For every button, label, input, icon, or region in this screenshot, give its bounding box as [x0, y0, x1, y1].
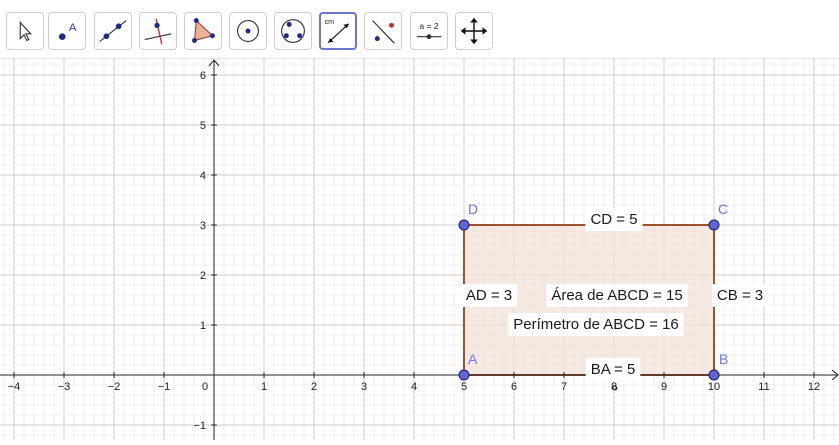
tool-line[interactable]	[94, 12, 132, 50]
coordinate-plane[interactable]: −4 −3 −2 −1 0 1 2 3 4 5 6 7 8 9 10 11 12 −1123456 CD = 5…	[0, 58, 839, 440]
toolbar: A cm a = 2	[0, 0, 839, 59]
point-label: C	[718, 201, 728, 217]
tool-perpendicular[interactable]	[139, 12, 177, 50]
area-label: Área de ABCD = 15	[551, 287, 682, 304]
x-tick-label: 10	[708, 381, 720, 393]
y-tick-label: −1	[193, 420, 206, 432]
x-tick-label: 5	[461, 381, 467, 393]
line-icon	[99, 20, 127, 42]
tool-reflect[interactable]	[364, 12, 402, 50]
graphics-view[interactable]: −4 −3 −2 −1 0 1 2 3 4 5 6 7 8 9 10 11 12 −1 1 2 3 4 5 6 CD = 5…	[0, 58, 839, 440]
segment-ad-length-label: AD = 3	[466, 287, 512, 304]
move-arrow-icon	[19, 21, 32, 42]
x-axis-tick-labels: −4 −3 −2 −1 0 1 2 3 4 5 6 7 8 9 10 11 12	[8, 381, 820, 393]
segment-cd-length-label-box[interactable]: CD = 5	[585, 208, 643, 231]
point-marker[interactable]	[458, 219, 470, 231]
perpendicular-line-icon	[144, 18, 172, 45]
x-tick-label: 7	[561, 381, 567, 393]
x-tick-label: −4	[8, 381, 21, 393]
tool-move[interactable]	[6, 12, 44, 50]
slider-icon-label: a = 2	[419, 21, 438, 31]
tool-move-view[interactable]	[455, 12, 493, 50]
x-tick-label: 4	[411, 381, 417, 393]
move-graphics-view-icon	[460, 17, 488, 45]
x-tick-label: 6	[511, 381, 517, 393]
x-tick-label: −2	[108, 381, 121, 393]
perimeter-label-box[interactable]: Perímetro de ABCD = 16	[508, 313, 684, 336]
y-tick-label: 2	[200, 270, 206, 282]
x-tick-label: 2	[311, 381, 317, 393]
point-marker[interactable]	[458, 369, 470, 381]
tool-distance[interactable]: cm	[319, 12, 357, 50]
tool-point[interactable]: A	[48, 12, 86, 50]
y-tick-label: 6	[200, 70, 206, 82]
point-label: B	[719, 351, 728, 367]
segment-ba-length-label-box[interactable]: BA = 5	[585, 358, 641, 381]
point-label: D	[468, 201, 478, 217]
point-marker[interactable]	[708, 219, 720, 231]
distance-icon-label: cm	[325, 18, 335, 26]
segment-cd-length-label: CD = 5	[590, 211, 637, 228]
tool-circle-center[interactable]	[229, 12, 267, 50]
tool-slider[interactable]: a = 2	[410, 12, 448, 50]
y-tick-label: 4	[200, 170, 206, 182]
reflect-about-line-icon	[372, 20, 395, 44]
y-tick-label: 3	[200, 220, 206, 232]
y-tick-label: 1	[200, 320, 206, 332]
slider-icon: a = 2	[416, 21, 442, 40]
point-icon-label: A	[69, 22, 77, 34]
circle-three-points-icon	[281, 19, 305, 43]
perimeter-label: Perímetro de ABCD = 16	[513, 316, 679, 333]
point-icon: A	[58, 22, 77, 40]
distance-length-icon: cm	[325, 18, 350, 44]
y-tick-label: 5	[200, 120, 206, 132]
segment-ad-length-label-box[interactable]: AD = 3	[460, 284, 518, 307]
x-tick-label: 3	[361, 381, 367, 393]
x-tick-label: 9	[661, 381, 667, 393]
x-tick-label: −3	[58, 381, 71, 393]
circle-center-point-icon	[237, 20, 259, 42]
point-marker[interactable]	[708, 369, 720, 381]
x-tick-label: 12	[808, 381, 820, 393]
x-tick-label: 0	[202, 381, 208, 393]
x-tick-label: 1	[261, 381, 267, 393]
point-label: A	[468, 351, 478, 367]
tool-circle-three-points[interactable]	[274, 12, 312, 50]
segment-ba-length-label: BA = 5	[591, 361, 636, 378]
segment-cb-length-label-box[interactable]: CB = 3	[711, 284, 769, 307]
tool-polygon[interactable]	[184, 12, 222, 50]
polygon-icon	[192, 18, 215, 43]
x-tick-label: 11	[758, 381, 769, 393]
segment-cb-length-label: CB = 3	[717, 287, 763, 304]
x-tick-label: −1	[158, 381, 171, 393]
area-label-box[interactable]: Área de ABCD = 15	[546, 284, 688, 307]
